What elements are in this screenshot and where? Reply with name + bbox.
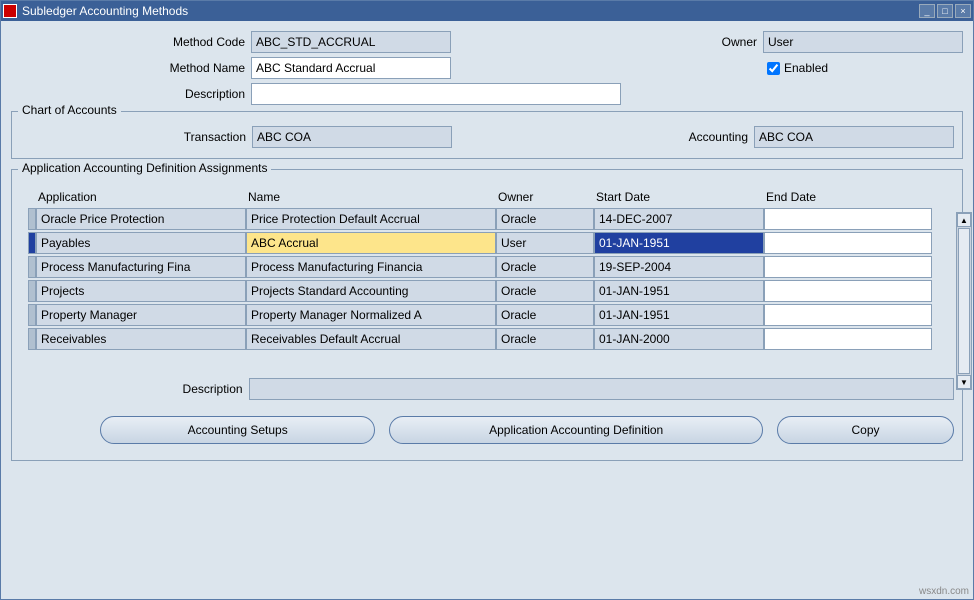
row-method-name: Method Name Enabled [11, 57, 963, 79]
label-method-code: Method Code [11, 35, 251, 49]
table-header: Application Name Owner Start Date End Da… [28, 190, 954, 204]
table-row[interactable]: Process Manufacturing FinaProcess Manufa… [28, 256, 954, 278]
cell-owner[interactable]: Oracle [496, 280, 594, 302]
enabled-checkbox[interactable] [767, 62, 780, 75]
th-application: Application [36, 190, 246, 204]
assignments-table: Application Name Owner Start Date End Da… [28, 190, 954, 350]
row-handle[interactable] [28, 208, 36, 230]
label-enabled: Enabled [784, 61, 828, 75]
row-handle[interactable] [28, 232, 36, 254]
owner-field[interactable]: User [763, 31, 963, 53]
cell-owner[interactable]: Oracle [496, 328, 594, 350]
cell-start-date[interactable]: 01-JAN-1951 [594, 232, 764, 254]
label-description: Description [11, 87, 251, 101]
cell-end-date[interactable] [764, 280, 932, 302]
table-row[interactable]: Property ManagerProperty Manager Normali… [28, 304, 954, 326]
cell-owner[interactable]: Oracle [496, 256, 594, 278]
accounting-setups-button[interactable]: Accounting Setups [100, 416, 375, 444]
accounting-field[interactable]: ABC COA [754, 126, 954, 148]
cell-application[interactable]: Oracle Price Protection [36, 208, 246, 230]
scroll-up-icon[interactable]: ▲ [957, 213, 971, 227]
th-start-date: Start Date [594, 190, 764, 204]
button-row: Accounting Setups Application Accounting… [20, 412, 954, 444]
cell-end-date[interactable] [764, 304, 932, 326]
cell-owner[interactable]: Oracle [496, 304, 594, 326]
cell-start-date[interactable]: 01-JAN-1951 [594, 304, 764, 326]
cell-start-date[interactable]: 19-SEP-2004 [594, 256, 764, 278]
label-transaction: Transaction [20, 130, 252, 144]
cell-name[interactable]: ABC Accrual [246, 232, 496, 254]
legend-chart-of-accounts: Chart of Accounts [18, 103, 121, 117]
table-row[interactable]: Oracle Price ProtectionPrice Protection … [28, 208, 954, 230]
content-area: Method Code ABC_STD_ACCRUAL Owner User M… [1, 21, 973, 461]
scroll-down-icon[interactable]: ▼ [957, 375, 971, 389]
cell-name[interactable]: Property Manager Normalized A [246, 304, 496, 326]
label-detail-description: Description [20, 382, 249, 396]
description-input[interactable] [251, 83, 621, 105]
method-name-input[interactable] [251, 57, 451, 79]
cell-name[interactable]: Process Manufacturing Financia [246, 256, 496, 278]
cell-start-date[interactable]: 01-JAN-2000 [594, 328, 764, 350]
method-code-field[interactable]: ABC_STD_ACCRUAL [251, 31, 451, 53]
cell-application[interactable]: Process Manufacturing Fina [36, 256, 246, 278]
row-handle[interactable] [28, 328, 36, 350]
app-icon [3, 4, 17, 18]
transaction-field[interactable]: ABC COA [252, 126, 452, 148]
label-accounting: Accounting [624, 130, 754, 144]
window-title: Subledger Accounting Methods [22, 4, 919, 18]
cell-name[interactable]: Price Protection Default Accrual [246, 208, 496, 230]
cell-application[interactable]: Payables [36, 232, 246, 254]
table-body: Oracle Price ProtectionPrice Protection … [28, 208, 954, 350]
cell-owner[interactable]: Oracle [496, 208, 594, 230]
th-end-date: End Date [764, 190, 932, 204]
vertical-scrollbar[interactable]: ▲ ▼ [956, 212, 972, 390]
row-description: Description [11, 83, 963, 105]
detail-description-field[interactable] [249, 378, 954, 400]
cell-start-date[interactable]: 14-DEC-2007 [594, 208, 764, 230]
row-method-code: Method Code ABC_STD_ACCRUAL Owner User [11, 31, 963, 53]
watermark: wsxdn.com [919, 586, 969, 597]
minimize-button[interactable]: _ [919, 4, 935, 18]
cell-end-date[interactable] [764, 208, 932, 230]
row-handle[interactable] [28, 280, 36, 302]
th-owner: Owner [496, 190, 594, 204]
scroll-thumb[interactable] [958, 228, 970, 374]
legend-assignments: Application Accounting Definition Assign… [18, 161, 271, 175]
fieldset-assignments: Application Accounting Definition Assign… [11, 169, 963, 461]
cell-application[interactable]: Receivables [36, 328, 246, 350]
cell-name[interactable]: Receivables Default Accrual [246, 328, 496, 350]
table-row[interactable]: ReceivablesReceivables Default AccrualOr… [28, 328, 954, 350]
cell-start-date[interactable]: 01-JAN-1951 [594, 280, 764, 302]
cell-end-date[interactable] [764, 328, 932, 350]
window-frame: Subledger Accounting Methods _ □ × Metho… [0, 0, 974, 600]
th-name: Name [246, 190, 496, 204]
row-handle[interactable] [28, 304, 36, 326]
row-handle[interactable] [28, 256, 36, 278]
copy-button[interactable]: Copy [777, 416, 954, 444]
row-detail-description: Description [20, 378, 954, 400]
cell-end-date[interactable] [764, 256, 932, 278]
maximize-button[interactable]: □ [937, 4, 953, 18]
window-buttons: _ □ × [919, 4, 971, 18]
label-method-name: Method Name [11, 61, 251, 75]
cell-owner[interactable]: User [496, 232, 594, 254]
fieldset-chart-of-accounts: Chart of Accounts Transaction ABC COA Ac… [11, 111, 963, 159]
application-accounting-definition-button[interactable]: Application Accounting Definition [389, 416, 763, 444]
close-button[interactable]: × [955, 4, 971, 18]
cell-name[interactable]: Projects Standard Accounting [246, 280, 496, 302]
cell-end-date[interactable] [764, 232, 932, 254]
table-row[interactable]: ProjectsProjects Standard AccountingOrac… [28, 280, 954, 302]
label-owner: Owner [633, 35, 763, 49]
titlebar: Subledger Accounting Methods _ □ × [1, 1, 973, 21]
table-row[interactable]: PayablesABC AccrualUser01-JAN-1951 [28, 232, 954, 254]
cell-application[interactable]: Projects [36, 280, 246, 302]
cell-application[interactable]: Property Manager [36, 304, 246, 326]
